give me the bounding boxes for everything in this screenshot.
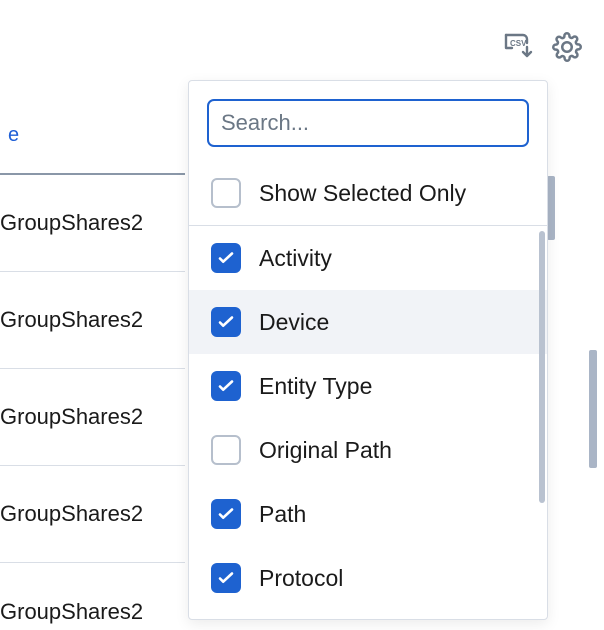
- option-label: Activity: [259, 245, 332, 272]
- option-label: Device: [259, 309, 329, 336]
- column-header-text: e: [8, 124, 19, 147]
- option-label: Protocol: [259, 565, 343, 592]
- cell-text: GroupShares2: [0, 599, 143, 625]
- checkbox-checked-icon[interactable]: [211, 243, 241, 273]
- options-list: Activity Device Entity Type Original Pat…: [189, 226, 547, 610]
- csv-export-icon[interactable]: CSV: [504, 33, 534, 61]
- table-row[interactable]: GroupShares2: [0, 466, 185, 563]
- option-label: Original Path: [259, 437, 392, 464]
- search-input[interactable]: [207, 99, 529, 147]
- table-row[interactable]: GroupShares2: [0, 272, 185, 369]
- toolbar: CSV: [504, 32, 582, 62]
- option-path[interactable]: Path: [189, 482, 547, 546]
- scrollbar-fragment[interactable]: [547, 176, 555, 240]
- column-picker-panel: Show Selected Only Activity Device Entit…: [188, 80, 548, 620]
- cell-text: GroupShares2: [0, 210, 143, 236]
- option-label: Show Selected Only: [259, 180, 466, 207]
- option-entity-type[interactable]: Entity Type: [189, 354, 547, 418]
- cell-text: GroupShares2: [0, 404, 143, 430]
- table-row[interactable]: GroupShares2: [0, 369, 185, 466]
- checkbox-checked-icon[interactable]: [211, 563, 241, 593]
- checkbox-checked-icon[interactable]: [211, 371, 241, 401]
- panel-search-area: [189, 81, 547, 161]
- cell-text: GroupShares2: [0, 307, 143, 333]
- column-header[interactable]: e: [0, 124, 185, 176]
- option-activity[interactable]: Activity: [189, 226, 547, 290]
- option-device[interactable]: Device: [189, 290, 547, 354]
- option-protocol[interactable]: Protocol: [189, 546, 547, 610]
- checkbox-checked-icon[interactable]: [211, 307, 241, 337]
- cell-text: GroupShares2: [0, 501, 143, 527]
- checkbox-checked-icon[interactable]: [211, 499, 241, 529]
- checkbox-unchecked-icon[interactable]: [211, 178, 241, 208]
- data-rows: GroupShares2 GroupShares2 GroupShares2 G…: [0, 175, 185, 630]
- gear-icon[interactable]: [552, 32, 582, 62]
- option-label: Path: [259, 501, 306, 528]
- svg-text:CSV: CSV: [510, 39, 527, 48]
- table-row[interactable]: GroupShares2: [0, 175, 185, 272]
- table-row[interactable]: GroupShares2: [0, 563, 185, 630]
- checkbox-unchecked-icon[interactable]: [211, 435, 241, 465]
- panel-scrollbar[interactable]: [539, 231, 545, 503]
- option-label: Entity Type: [259, 373, 372, 400]
- show-selected-only-row[interactable]: Show Selected Only: [189, 161, 547, 225]
- option-original-path[interactable]: Original Path: [189, 418, 547, 482]
- scrollbar-fragment[interactable]: [589, 350, 597, 468]
